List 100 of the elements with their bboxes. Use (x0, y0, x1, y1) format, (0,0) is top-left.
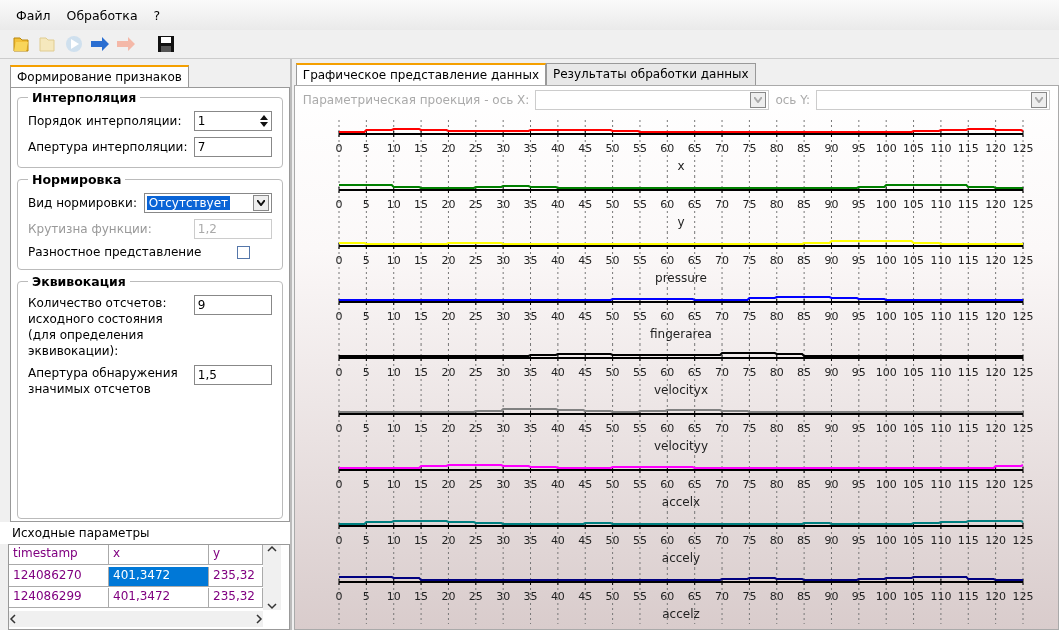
chevron-left-icon[interactable] (9, 614, 17, 625)
column-header[interactable]: timestamp (9, 545, 109, 565)
tick-label: 5 (362, 142, 370, 155)
tick-label: 115 (957, 310, 979, 323)
tick-label: 5 (362, 534, 370, 547)
field-label: Порядок интерполяции: (28, 114, 182, 128)
tick-label: 45 (578, 310, 593, 323)
input-field[interactable]: 1,5 (193, 365, 272, 385)
axis-title: velocityx (653, 383, 708, 397)
axis-title: velocityy (653, 439, 708, 453)
tick-label: 125 (1012, 254, 1034, 267)
tick-label: 30 (495, 142, 510, 155)
tick-label: 25 (468, 478, 483, 491)
tick-label: 70 (714, 142, 729, 155)
tick-label: 55 (632, 366, 647, 379)
tick-label: 45 (578, 422, 593, 435)
tick-label: 105 (902, 310, 924, 323)
tick-label: 50 (605, 422, 620, 435)
chevron-right-icon[interactable] (255, 614, 263, 625)
table-cell[interactable]: 235,32 (209, 566, 263, 587)
tick-label: 5 (362, 254, 370, 267)
tick-label: 10 (386, 534, 401, 547)
tick-label: 50 (605, 198, 620, 211)
tick-label: 75 (742, 590, 757, 603)
tab[interactable]: Графическое представление данных (295, 63, 546, 85)
table-cell[interactable]: 401,3472 (109, 588, 209, 609)
tick-label: 65 (687, 198, 702, 211)
tick-label: 35 (523, 142, 538, 155)
tab[interactable]: Результаты обработки данных (546, 63, 756, 85)
tick-label: 65 (687, 254, 702, 267)
tick-label: 0 (335, 590, 343, 603)
menu-item[interactable]: Файл (10, 5, 57, 25)
tick-label: 110 (930, 310, 952, 323)
tick-label: 15 (413, 478, 428, 491)
arrow-icon[interactable] (90, 34, 110, 54)
tick-label: 125 (1012, 478, 1034, 491)
tick-label: 45 (578, 590, 593, 603)
group-title: Эквивокация (31, 274, 127, 289)
field-label: Вид нормировки: (28, 196, 137, 210)
chevron-up-icon[interactable] (267, 545, 277, 553)
tick-label: 80 (769, 534, 784, 547)
tick-label: 65 (687, 590, 702, 603)
tick-label: 100 (875, 254, 897, 267)
tab[interactable]: Формирование признаков (10, 65, 189, 87)
checkbox[interactable] (236, 245, 250, 259)
table-cell[interactable]: 401,3472 (109, 566, 209, 587)
chevron-icon (256, 200, 265, 206)
tick-label: 85 (796, 142, 811, 155)
tick-label: 25 (468, 142, 483, 155)
table-cell[interactable]: 235,32 (209, 588, 263, 609)
tick-label: 115 (957, 142, 979, 155)
tick-label: 95 (851, 310, 866, 323)
spin-icon[interactable] (259, 115, 268, 127)
save-icon[interactable] (156, 34, 176, 54)
tick-label: 0 (335, 254, 343, 267)
spin-field[interactable]: 1 (193, 111, 272, 131)
tick-label: 110 (930, 590, 952, 603)
chevron-down-icon[interactable] (267, 601, 277, 610)
tick-label: 95 (851, 534, 866, 547)
tick-label: 105 (902, 534, 924, 547)
dropdown[interactable]: Отсутствует (143, 193, 272, 213)
menu-item[interactable]: ? (147, 5, 167, 25)
tick-label: 0 (335, 198, 343, 211)
tick-label: 80 (769, 310, 784, 323)
tick-label: 80 (769, 198, 784, 211)
tick-label: 20 (441, 478, 456, 491)
tick-label: 80 (769, 590, 784, 603)
tick-label: 50 (605, 310, 620, 323)
column-header[interactable]: x (109, 545, 209, 565)
tick-label: 50 (605, 590, 620, 603)
tick-label: 25 (468, 590, 483, 603)
table-cell[interactable]: 124086299 (9, 588, 109, 609)
tick-label: 70 (714, 534, 729, 547)
tick-label: 30 (495, 422, 510, 435)
tick-label: 100 (875, 310, 897, 323)
tick-label: 15 (413, 422, 428, 435)
tick-label: 65 (687, 478, 702, 491)
tick-label: 70 (714, 590, 729, 603)
tick-label: 35 (523, 310, 538, 323)
tick-label: 95 (851, 198, 866, 211)
tick-label: 60 (660, 366, 675, 379)
tick-label: 120 (984, 422, 1006, 435)
tick-label: 40 (550, 534, 565, 547)
tick-label: 5 (362, 366, 370, 379)
input-field[interactable]: 9 (193, 295, 272, 315)
tick-label: 80 (769, 142, 784, 155)
tick-label: 105 (902, 142, 924, 155)
menu-item[interactable]: Обработка (60, 5, 144, 25)
tick-label: 100 (875, 366, 897, 379)
tick-label: 60 (660, 142, 675, 155)
tick-label: 15 (413, 590, 428, 603)
tick-label: 30 (495, 590, 510, 603)
tick-label: 120 (984, 590, 1006, 603)
input-field[interactable]: 7 (193, 137, 272, 157)
tick-label: 5 (362, 198, 370, 211)
tick-label: 60 (660, 534, 675, 547)
tick-label: 75 (742, 254, 757, 267)
tick-label: 30 (495, 534, 510, 547)
tick-label: 105 (902, 478, 924, 491)
tick-label: 65 (687, 142, 702, 155)
